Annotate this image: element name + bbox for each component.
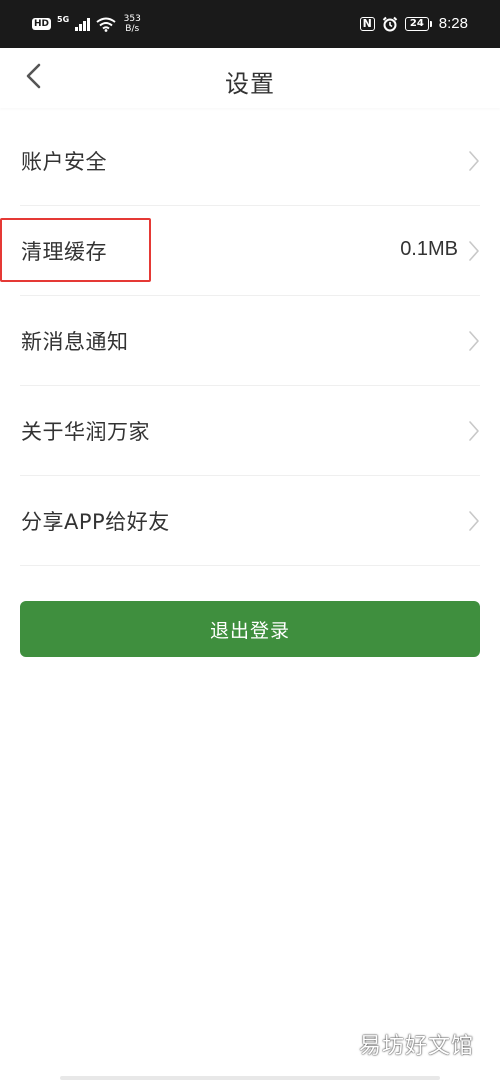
home-indicator	[60, 1076, 440, 1080]
settings-item-label: 新消息通知	[21, 330, 129, 354]
battery-level: 24	[404, 16, 429, 31]
logout-button[interactable]: 退出登录	[20, 601, 480, 657]
wifi-icon	[96, 17, 116, 32]
settings-item-label: 清理缓存	[21, 240, 107, 264]
hd-badge: HD	[32, 18, 52, 30]
network-type-label: 5G	[57, 14, 70, 24]
settings-item-share-app[interactable]: 分享APP给好友	[0, 476, 500, 566]
status-bar: HD 5G 353 B/s N 24 8:28	[0, 0, 500, 48]
settings-list: 账户安全 清理缓存 0.1MB 新消息通知 关于华润万家 分享APP给好友	[0, 116, 500, 566]
chevron-right-icon	[469, 241, 479, 261]
settings-item-new-message-notification[interactable]: 新消息通知	[0, 296, 500, 386]
settings-item-account-security[interactable]: 账户安全	[0, 116, 500, 206]
settings-item-about[interactable]: 关于华润万家	[0, 386, 500, 476]
chevron-right-icon	[469, 511, 479, 531]
nfc-icon: N	[359, 16, 375, 31]
network-speed-unit: B/s	[125, 24, 140, 34]
settings-item-label: 分享APP给好友	[21, 510, 170, 534]
settings-item-label: 关于华润万家	[21, 420, 150, 444]
alarm-clock-icon	[382, 16, 398, 31]
network-speed-value: 353	[123, 14, 141, 24]
watermark: 易坊好文馆	[358, 1034, 474, 1059]
cache-size-value: 0.1MB	[400, 238, 458, 260]
battery-icon: 24	[404, 16, 432, 31]
clock: 8:28	[438, 15, 468, 32]
network-speed: 353 B/s	[124, 14, 141, 34]
chevron-right-icon	[469, 151, 479, 171]
nav-bar: 设置	[0, 48, 500, 108]
status-right: N 24 8:28	[359, 15, 468, 32]
settings-item-label: 账户安全	[21, 150, 107, 174]
chevron-right-icon	[469, 421, 479, 441]
settings-item-clear-cache[interactable]: 清理缓存 0.1MB	[0, 206, 500, 296]
signal-strength-icon	[75, 17, 90, 31]
page-title: 设置	[225, 70, 275, 98]
status-left: HD 5G 353 B/s	[32, 14, 141, 34]
chevron-right-icon	[469, 331, 479, 351]
